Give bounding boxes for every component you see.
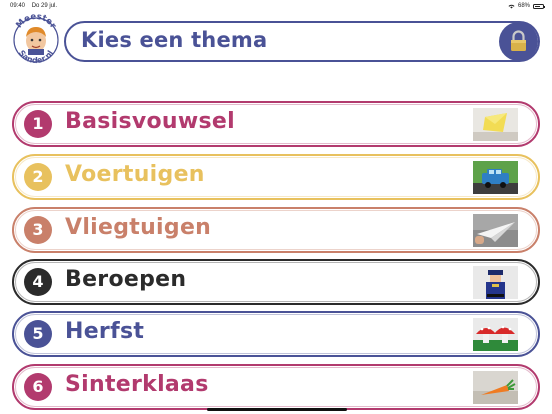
paper-plane-thumbnail: [473, 214, 518, 247]
battery-percentage: 68%: [517, 3, 530, 9]
battery-icon: [533, 3, 545, 9]
mushroom-thumbnail: [473, 318, 518, 351]
page-title: Kies een thema: [81, 28, 268, 52]
theme-number-badge: 2: [24, 163, 52, 191]
wifi-icon: [508, 4, 515, 8]
home-indicator: [207, 408, 347, 411]
lock-button[interactable]: [499, 22, 538, 61]
theme-label: Herfst: [65, 319, 145, 344]
police-officer-thumbnail: [473, 266, 518, 299]
paper-fold-thumbnail: [473, 108, 518, 141]
status-bar: 09:40 Do 29 jul. 68%: [0, 0, 552, 12]
theme-label: Voertuigen: [65, 162, 205, 187]
meester-sander-logo: Meester Sander.nl: [11, 12, 61, 65]
theme-number-badge: 3: [24, 216, 52, 244]
status-time: 09:40: [10, 3, 26, 9]
carrot-thumbnail: [473, 371, 518, 404]
theme-item-voertuigen[interactable]: 2 Voertuigen: [12, 154, 540, 200]
theme-label: Vliegtuigen: [65, 215, 212, 240]
status-date: Do 29 jul.: [31, 3, 58, 9]
theme-item-beroepen[interactable]: 4 Beroepen: [12, 259, 540, 305]
theme-number-badge: 5: [24, 320, 52, 348]
theme-number-badge: 4: [24, 268, 52, 296]
theme-item-sinterklaas[interactable]: 6 Sinterklaas: [12, 364, 540, 410]
theme-number-badge: 6: [24, 373, 52, 401]
header-bar: Kies een thema: [64, 21, 540, 62]
theme-item-vliegtuigen[interactable]: 3 Vliegtuigen: [12, 207, 540, 253]
car-thumbnail: [473, 161, 518, 194]
theme-item-herfst[interactable]: 5 Herfst: [12, 311, 540, 357]
theme-item-basisvouwsel[interactable]: 1 Basisvouwsel: [12, 101, 540, 147]
theme-label: Basisvouwsel: [65, 109, 235, 134]
battery-fill: [535, 5, 540, 7]
lock-icon: [511, 30, 526, 51]
theme-number-badge: 1: [24, 110, 52, 138]
theme-label: Beroepen: [65, 267, 187, 292]
theme-label: Sinterklaas: [65, 372, 209, 397]
